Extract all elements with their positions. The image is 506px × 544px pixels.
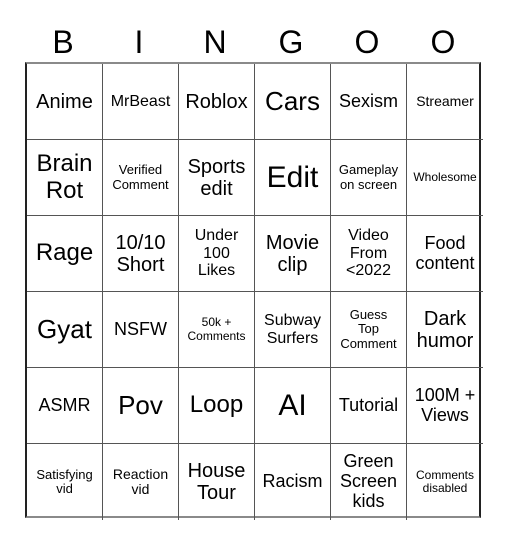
bingo-cell[interactable]: Brain Rot (27, 140, 103, 216)
bingo-cell[interactable]: House Tour (179, 444, 255, 520)
cell-label: Wholesome (413, 169, 477, 184)
cell-label: NSFW (114, 318, 167, 339)
bingo-cell[interactable]: Dark humor (407, 292, 483, 368)
cell-label: Under 100 Likes (194, 227, 239, 280)
cell-label: 10/10 Short (115, 231, 166, 276)
bingo-cell[interactable]: Comments disabled (407, 444, 483, 520)
cell-label: Video From <2022 (346, 227, 391, 280)
cell-label: Food content (415, 232, 475, 273)
bingo-cell[interactable]: Guess Top Comment (331, 292, 407, 368)
cell-label: Loop (189, 391, 244, 419)
cell-label: Satisfying vid (36, 466, 93, 496)
bingo-cell[interactable]: Tutorial (331, 368, 407, 444)
bingo-cell[interactable]: ASMR (27, 368, 103, 444)
cell-label: Pov (118, 390, 163, 421)
cell-label: Edit (266, 161, 319, 194)
bingo-cell[interactable]: Sports edit (179, 140, 255, 216)
bingo-cell[interactable]: Anime (27, 64, 103, 140)
bingo-cell[interactable]: Streamer (407, 64, 483, 140)
cell-label: Guess Top Comment (340, 307, 397, 351)
bingo-cell[interactable]: Roblox (179, 64, 255, 140)
cell-label: Anime (36, 90, 93, 113)
cell-label: Racism (262, 471, 323, 492)
bingo-cell[interactable]: Pov (103, 368, 179, 444)
cell-label: Gameplay on screen (338, 162, 399, 192)
cell-label: 50k + Comments (187, 315, 246, 343)
cell-label: Tutorial (338, 394, 399, 415)
header-letter-i: I (134, 24, 144, 60)
cell-label: ASMR (38, 394, 91, 415)
bingo-cell[interactable]: Satisfying vid (27, 444, 103, 520)
bingo-cell[interactable]: Gameplay on screen (331, 140, 407, 216)
header-letter-o: O (354, 24, 380, 60)
cell-label: Reaction vid (112, 465, 169, 497)
bingo-cell[interactable]: Loop (179, 368, 255, 444)
bingo-cell[interactable]: Subway Surfers (255, 292, 331, 368)
bingo-cell[interactable]: AI (255, 368, 331, 444)
cell-label: Verified Comment (112, 162, 169, 192)
cell-label: Dark humor (416, 307, 474, 352)
cell-label: Green Screen kids (339, 451, 398, 511)
bingo-cell[interactable]: NSFW (103, 292, 179, 368)
bingo-cell[interactable]: Verified Comment (103, 140, 179, 216)
bingo-cell[interactable]: Rage (27, 216, 103, 292)
bingo-card-grid: Anime MrBeast Roblox Cars Sexism Streame… (25, 62, 483, 520)
bingo-cell[interactable]: Movie clip (255, 216, 331, 292)
bingo-cell[interactable]: Edit (255, 140, 331, 216)
header-letter-b: B (52, 24, 74, 60)
bingo-cell[interactable]: Under 100 Likes (179, 216, 255, 292)
bingo-header: B I N G O O (25, 22, 481, 62)
bingo-cell[interactable]: Green Screen kids (331, 444, 407, 520)
cell-label: AI (278, 389, 307, 422)
bingo-cell[interactable]: MrBeast (103, 64, 179, 140)
cell-label: Streamer (416, 92, 474, 109)
bingo-cell[interactable]: 100M + Views (407, 368, 483, 444)
bingo-cell[interactable]: Gyat (27, 292, 103, 368)
header-letter-n: N (203, 24, 227, 60)
bingo-cell[interactable]: Video From <2022 (331, 216, 407, 292)
cell-label: Movie clip (265, 231, 320, 276)
cell-label: Sports edit (187, 155, 246, 200)
header-letter-o-2: O (430, 24, 456, 60)
bingo-cell[interactable]: Food content (407, 216, 483, 292)
cell-label: Comments disabled (415, 467, 474, 495)
bingo-cell[interactable]: Cars (255, 64, 331, 140)
cell-label: Subway Surfers (264, 311, 321, 347)
cell-label: Roblox (185, 90, 248, 113)
cell-label: Rage (35, 239, 94, 267)
cell-label: 100M + Views (414, 384, 476, 425)
cell-label: House Tour (187, 460, 246, 504)
bingo-cell[interactable]: Wholesome (407, 140, 483, 216)
bingo-cell[interactable]: 50k + Comments (179, 292, 255, 368)
bingo-cell[interactable]: 10/10 Short (103, 216, 179, 292)
cell-label: Gyat (37, 314, 92, 345)
cell-label: Sexism (338, 90, 398, 111)
cell-label: Brain Rot (36, 150, 93, 204)
bingo-cell[interactable]: Sexism (331, 64, 407, 140)
bingo-cell[interactable]: Racism (255, 444, 331, 520)
cell-label: Cars (265, 86, 320, 117)
header-letter-g: G (278, 24, 304, 60)
bingo-cell[interactable]: Reaction vid (103, 444, 179, 520)
cell-label: MrBeast (110, 92, 171, 110)
